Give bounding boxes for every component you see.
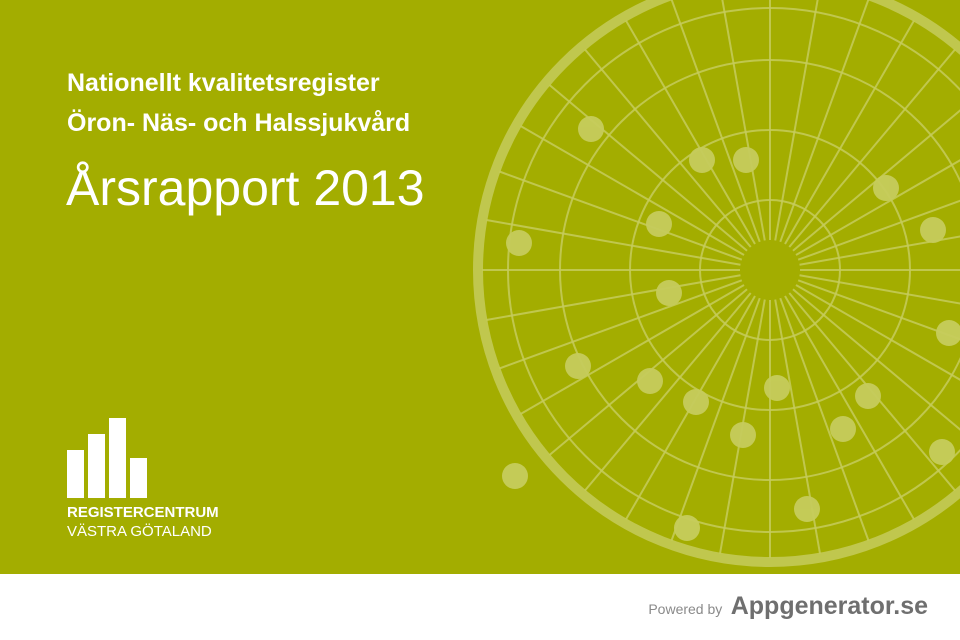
bar-chart-icon xyxy=(67,418,147,498)
radar-spoke xyxy=(486,274,741,321)
registercentrum-logo: REGISTERCENTRUM VÄSTRA GÖTALAND xyxy=(67,418,267,548)
radar-dot xyxy=(730,422,756,448)
radar-spoke xyxy=(774,0,819,241)
radar-dot xyxy=(830,416,856,442)
logo-text-line1: REGISTERCENTRUM xyxy=(67,504,219,521)
radar-dot xyxy=(502,463,528,489)
radar-dot xyxy=(683,389,709,415)
radar-spoke xyxy=(799,274,960,305)
register-name-line1: Nationellt kvalitetsregister xyxy=(67,69,380,97)
logo-bar xyxy=(67,450,84,498)
appgenerator-brand: Appgenerator.se xyxy=(730,592,928,620)
radar-dot xyxy=(920,217,946,243)
radar-outer-ring xyxy=(473,0,960,567)
logo-bar xyxy=(109,418,126,498)
radar-dot xyxy=(929,439,955,465)
radar-spoke xyxy=(721,0,766,241)
radar-dot xyxy=(794,496,820,522)
radar-dot xyxy=(936,320,960,346)
radar-spoke xyxy=(797,279,960,341)
radar-dot xyxy=(855,383,881,409)
logo-bar xyxy=(88,434,105,498)
radar-dot xyxy=(656,280,682,306)
footer-bar: Powered by Appgenerator.se xyxy=(0,574,960,640)
radar-dot xyxy=(646,211,672,237)
radar-spoke xyxy=(792,288,960,431)
radar-dot xyxy=(689,147,715,173)
radar-dot xyxy=(578,116,604,142)
register-name-line2: Öron- Näs- och Halssjukvård xyxy=(67,109,411,137)
radar-dot xyxy=(565,353,591,379)
radar-dot xyxy=(733,147,759,173)
radar-dot xyxy=(506,230,532,256)
radar-dot xyxy=(873,175,899,201)
radar-dot xyxy=(674,515,700,541)
cover-panel: Nationellt kvalitetsregister Öron- Näs- … xyxy=(0,0,960,574)
app-screen: Nationellt kvalitetsregister Öron- Näs- … xyxy=(0,0,960,640)
powered-by-label: Powered by xyxy=(648,601,723,617)
radar-dot xyxy=(637,368,663,394)
logo-text-line2: VÄSTRA GÖTALAND xyxy=(67,523,212,540)
radar-dot xyxy=(764,375,790,401)
report-title: Årsrapport 2013 xyxy=(66,160,425,216)
powered-by-credit[interactable]: Powered by Appgenerator.se xyxy=(648,592,928,621)
logo-bar xyxy=(130,458,147,498)
